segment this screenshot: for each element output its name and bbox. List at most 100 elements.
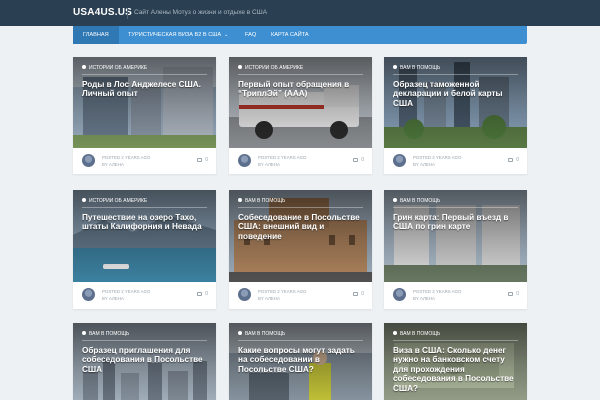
folder-icon (393, 331, 397, 335)
post-meta: Posted 2 years ago by Алена 0 (384, 282, 527, 308)
nav-item-label: FAQ (245, 32, 257, 38)
category-text: Вам в помощь (400, 198, 441, 204)
post-title[interactable]: Виза в США: Сколько денег нужно на банко… (393, 346, 521, 393)
category-text: Вам в помощь (89, 331, 130, 337)
category-label[interactable]: Вам в помощь (393, 198, 440, 204)
avatar (82, 288, 95, 301)
post-title[interactable]: Путешествие на озеро Тахо, штаты Калифор… (82, 213, 210, 232)
post-title[interactable]: Собеседование в Посольстве США: внешний … (238, 213, 366, 241)
post-meta: Posted 2 years ago by Алена 0 (73, 148, 216, 174)
category-text: Вам в помощь (245, 331, 286, 337)
folder-icon (238, 65, 242, 69)
comment-icon (197, 292, 203, 296)
comments-value: 0 (205, 157, 208, 163)
folder-icon (82, 198, 86, 202)
post-card[interactable]: Вам в помощь Виза в США: Сколько денег н… (384, 323, 527, 400)
site-title[interactable]: USA4US.US (73, 7, 132, 18)
category-text: Вам в помощь (400, 331, 441, 337)
comments-count[interactable]: 0 (353, 157, 364, 163)
category-label[interactable]: Вам в помощь (393, 65, 440, 71)
category-label[interactable]: Истории об Америке (82, 65, 147, 71)
comment-icon (508, 292, 514, 296)
nav-item-sitemap[interactable]: Карта сайта (261, 26, 319, 44)
post-author[interactable]: by Алена (258, 162, 280, 167)
avatar (238, 288, 251, 301)
post-author[interactable]: by Алена (413, 296, 435, 301)
post-date: Posted 2 years ago (413, 155, 462, 160)
category-label[interactable]: Вам в помощь (238, 198, 285, 204)
category-label[interactable]: Вам в помощь (393, 331, 440, 337)
category-text: Истории об Америке (89, 65, 148, 71)
folder-icon (393, 65, 397, 69)
post-date: Posted 2 years ago (102, 155, 151, 160)
category-label[interactable]: Истории об Америке (238, 65, 303, 71)
post-title[interactable]: Грин карта: Первый въезд в США по грин к… (393, 213, 521, 232)
avatar (393, 288, 406, 301)
folder-icon (238, 198, 242, 202)
post-meta: Posted 2 years ago by Алена 0 (73, 282, 216, 308)
comment-icon (353, 292, 359, 296)
post-card[interactable]: Истории об Америке Первый опыт обращения… (229, 57, 372, 174)
comments-count[interactable]: 0 (508, 291, 519, 297)
post-card[interactable]: Истории об Америке Роды в Лос Анджелесе … (73, 57, 216, 174)
comment-icon (353, 158, 359, 162)
post-meta: Posted 2 years ago by Алена 0 (229, 282, 372, 308)
post-author[interactable]: by Алена (102, 162, 124, 167)
post-author[interactable]: by Алена (413, 162, 435, 167)
comments-value: 0 (205, 291, 208, 297)
category-text: Вам в помощь (400, 65, 441, 71)
post-meta: Posted 2 years ago by Алена 0 (229, 148, 372, 174)
nav-item-label: Карта сайта (271, 32, 309, 38)
nav-item-label: Туристическая виза B2 в США (128, 32, 222, 38)
post-date: Posted 2 years ago (413, 289, 462, 294)
post-title[interactable]: Образец таможенной декларации и белой ка… (393, 80, 521, 108)
post-title[interactable]: Какие вопросы могут задать на собеседова… (238, 346, 366, 374)
comments-count[interactable]: 0 (197, 157, 208, 163)
category-text: Вам в помощь (245, 198, 286, 204)
post-author[interactable]: by Алена (258, 296, 280, 301)
site-tagline: Сайт Алены Мотуз о жизни и отдыхе в США (134, 9, 268, 16)
nav-item-visa-b2[interactable]: Туристическая виза B2 в США ⌄ (118, 26, 238, 44)
post-title[interactable]: Первый опыт обращения в “ТриплЭй” (ААА) (238, 80, 366, 99)
avatar (82, 154, 95, 167)
comments-count[interactable]: 0 (353, 291, 364, 297)
comment-icon (197, 158, 203, 162)
post-card[interactable]: Истории об Америке Путешествие на озеро … (73, 190, 216, 309)
folder-icon (82, 65, 86, 69)
category-text: Истории об Америке (89, 198, 148, 204)
post-author[interactable]: by Алена (102, 296, 124, 301)
chevron-down-icon: ⌄ (224, 32, 229, 38)
post-date: Posted 2 years ago (258, 289, 307, 294)
folder-icon (238, 331, 242, 335)
category-label[interactable]: Вам в помощь (238, 331, 285, 337)
post-card[interactable]: Вам в помощь Образец приглашения для соб… (73, 323, 216, 400)
post-date: Posted 2 years ago (258, 155, 307, 160)
comment-icon (508, 158, 514, 162)
comments-count[interactable]: 0 (197, 291, 208, 297)
header-bar: USA4US.US Сайт Алены Мотуз о жизни и отд… (0, 0, 600, 26)
post-title[interactable]: Образец приглашения для собеседования в … (82, 346, 210, 374)
nav-item-label: Главная (83, 32, 109, 38)
category-text: Истории об Америке (245, 65, 304, 71)
category-label[interactable]: Вам в помощь (82, 331, 129, 337)
comments-count[interactable]: 0 (508, 157, 519, 163)
post-card[interactable]: Вам в помощь Какие вопросы могут задать … (229, 323, 372, 400)
category-label[interactable]: Истории об Америке (82, 198, 147, 204)
folder-icon (82, 331, 86, 335)
post-card[interactable]: Вам в помощь Образец таможенной декларац… (384, 57, 527, 174)
post-card[interactable]: Вам в помощь Грин карта: Первый въезд в … (384, 190, 527, 309)
post-title[interactable]: Роды в Лос Анджелесе США. Личный опыт (82, 80, 210, 99)
post-card[interactable]: Вам в помощь Собеседование в Посольстве … (229, 190, 372, 309)
post-meta: Posted 2 years ago by Алена 0 (384, 148, 527, 174)
title-divider (127, 8, 128, 19)
nav-item-home[interactable]: Главная (73, 26, 119, 44)
main-nav: Главная Туристическая виза B2 в США ⌄ FAQ… (73, 26, 527, 44)
avatar (393, 154, 406, 167)
comments-value: 0 (361, 157, 364, 163)
comments-value: 0 (516, 291, 519, 297)
post-date: Posted 2 years ago (102, 289, 151, 294)
avatar (238, 154, 251, 167)
folder-icon (393, 198, 397, 202)
comments-value: 0 (361, 291, 364, 297)
comments-value: 0 (516, 157, 519, 163)
